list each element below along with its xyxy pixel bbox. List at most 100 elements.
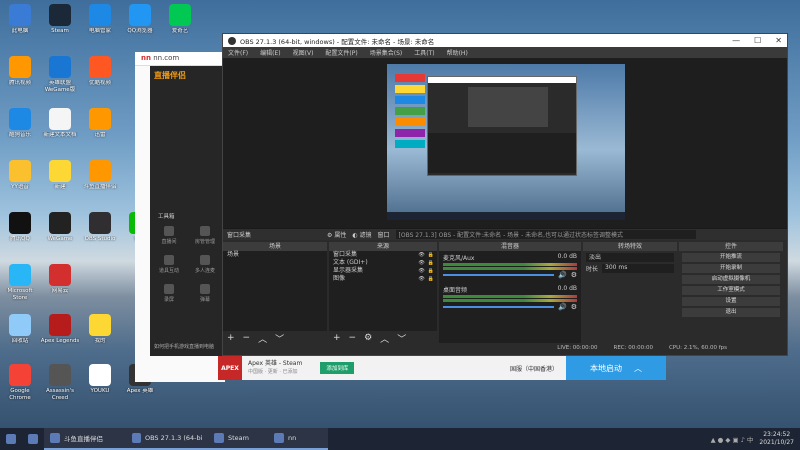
desktop-icon[interactable]: Assassin's Creed [40,364,80,402]
speaker-icon[interactable]: 🔊 [558,303,567,311]
control-button[interactable]: 开始录制 [682,264,780,273]
add-icon[interactable]: + [227,333,235,343]
lock-icon[interactable]: 🔒 [428,251,434,259]
desktop-icon-label: WeGame [47,236,73,242]
maximize-icon[interactable]: ☐ [754,36,761,45]
desktop-icon[interactable]: 迅雷 [80,108,120,146]
desktop-icon[interactable]: Google Chrome [0,364,40,402]
tray-icons[interactable]: ▲ ● ◆ ▣ ♪ 中 [711,434,754,444]
douyu-url-bar: nn nn.com [135,52,225,66]
douyu-bottom-text[interactable]: 如何把手机游戏直播到电脑 [154,343,214,350]
douyu-tool[interactable]: 多人连麦 [190,255,220,274]
desktop-icon[interactable]: YOUKU [80,364,120,402]
gear-icon[interactable]: ⚙ [571,303,577,311]
taskbar-item-label: nn [288,434,297,442]
taskbar-item[interactable]: Steam [208,428,268,450]
desktop-icon[interactable]: YY语音 [0,160,40,198]
duration-input[interactable]: 300 ms [602,264,674,273]
control-button[interactable]: 设置 [682,297,780,306]
douyu-tool[interactable]: 录屏 [154,284,184,303]
desktop-icon[interactable]: 斗鱼直播伴侣 [80,160,120,198]
region-select[interactable]: 国服（中国香港） [510,364,558,373]
store-icon [9,264,31,286]
taskbar-item[interactable]: nn [268,428,328,450]
gear-icon[interactable]: ⚙ [571,271,577,279]
desktop-icon[interactable]: OBS Studio [80,212,120,250]
source-item[interactable]: 显示器采集 👁 🔒 [329,267,437,275]
transition-select[interactable]: 淡出 [586,253,674,262]
eye-icon[interactable]: 👁 [418,267,424,275]
desktop-icon-label: Apex Legends [40,338,80,344]
douyu-side-label: 工具箱 [158,214,175,220]
desktop-icon[interactable]: 英雄联盟WeGame版 [40,56,80,94]
close-icon[interactable]: ✕ [775,36,782,45]
minimize-icon[interactable]: — [732,36,740,45]
taskbar-item[interactable] [22,428,44,450]
control-button[interactable]: 开始推流 [682,253,780,262]
menu-item[interactable]: 文件(F) [228,48,248,57]
menu-item[interactable]: 配置文件(P) [325,48,357,57]
wegame-icon [49,56,71,78]
taskbar-item[interactable]: OBS 27.1.3 (64-bi... [126,428,208,450]
desktop-icon[interactable]: Steam [40,4,80,42]
desktop-icon[interactable]: 优酷视频 [80,56,120,94]
remove-icon[interactable]: − [349,333,357,343]
lock-icon[interactable]: 🔒 [428,275,434,283]
clock[interactable]: 23:24:52 2021/10/27 [759,431,794,447]
desktop-icon[interactable]: Microsoft Store [0,264,40,302]
desktop-icon[interactable]: 腾讯QQ [0,212,40,250]
obs-preview[interactable] [223,58,787,228]
douyu-tool[interactable]: 弹幕 [190,284,220,303]
menu-item[interactable]: 帮助(H) [447,48,468,57]
desktop-icon[interactable]: 酷狗音乐 [0,108,40,146]
desktop-icon[interactable]: Apex Legends [40,314,80,352]
menu-item[interactable]: 工具(T) [414,48,434,57]
desktop-icon[interactable]: 我的 [80,314,120,352]
desktop-icon[interactable]: 回收站 [0,314,40,352]
menu-item[interactable]: 编辑(E) [260,48,280,57]
desktop-icon-label: Steam [51,28,69,34]
desktop-icon[interactable]: WeGame [40,212,80,250]
window-select[interactable]: [OBS 27.1.3] OBS - 配置文件:未命名 - 场景 - 未命名,也… [395,230,696,239]
control-button[interactable]: 启动虚拟摄像机 [682,275,780,284]
douyu-tool[interactable]: 道具互动 [154,255,184,274]
desktop-icon[interactable]: QQ浏览器 [120,4,160,42]
filters-button[interactable]: ◐ 滤镜 [352,230,371,239]
desktop-icon[interactable]: 腾讯视频 [0,56,40,94]
add-icon[interactable]: + [333,333,341,343]
menu-item[interactable]: 视图(V) [293,48,314,57]
source-item[interactable]: 窗口采集 👁 🔒 [329,251,437,259]
gear-icon[interactable]: ⚙ [364,333,372,343]
eye-icon[interactable]: 👁 [418,251,424,259]
remove-icon[interactable]: − [243,333,251,343]
source-label: 图像 [333,275,346,282]
douyu-tool[interactable]: 房管管理 [190,226,220,245]
taskbar-item[interactable] [0,428,22,450]
control-button[interactable]: 工作室模式 [682,286,780,295]
source-item[interactable]: 图像 👁 🔒 [329,275,437,283]
volume-slider[interactable] [443,274,554,276]
taskbar-items: 斗鱼直播伴侣 OBS 27.1.3 (64-bi... Steam nn [0,428,328,450]
eye-icon[interactable]: 👁 [418,259,424,267]
menu-item[interactable]: 场景集合(S) [370,48,403,57]
speaker-icon[interactable]: 🔊 [558,271,567,279]
desktop-icon[interactable]: 新建文本文档 [40,108,80,146]
lock-icon[interactable]: 🔒 [428,259,434,267]
eye-icon[interactable]: 👁 [418,275,424,283]
taskbar-item[interactable]: 斗鱼直播伴侣 [44,428,126,450]
desktop-icon[interactable]: 电脑管家 [80,4,120,42]
control-button[interactable]: 退出 [682,308,780,317]
add-to-library-button[interactable]: 添加到库 [320,362,355,374]
volume-slider[interactable] [443,306,554,308]
desktop-icon[interactable]: 新建 [40,160,80,198]
source-item[interactable]: 文本 (GDI+) 👁 🔒 [329,259,437,267]
desktop-icon[interactable]: 网易云 [40,264,80,302]
desktop-icon-label: 网易云 [51,288,69,294]
douyu-tool[interactable]: 直播间 [154,226,184,245]
properties-button[interactable]: ⚙ 属性 [327,230,346,239]
scene-item[interactable]: 场景 [223,251,327,259]
desktop-icon[interactable]: 此电脑 [0,4,40,42]
lock-icon[interactable]: 🔒 [428,267,434,275]
desktop-icon[interactable]: 爱奇艺 [160,4,200,42]
local-launch-button[interactable]: 本地启动 ︿ [566,356,666,380]
